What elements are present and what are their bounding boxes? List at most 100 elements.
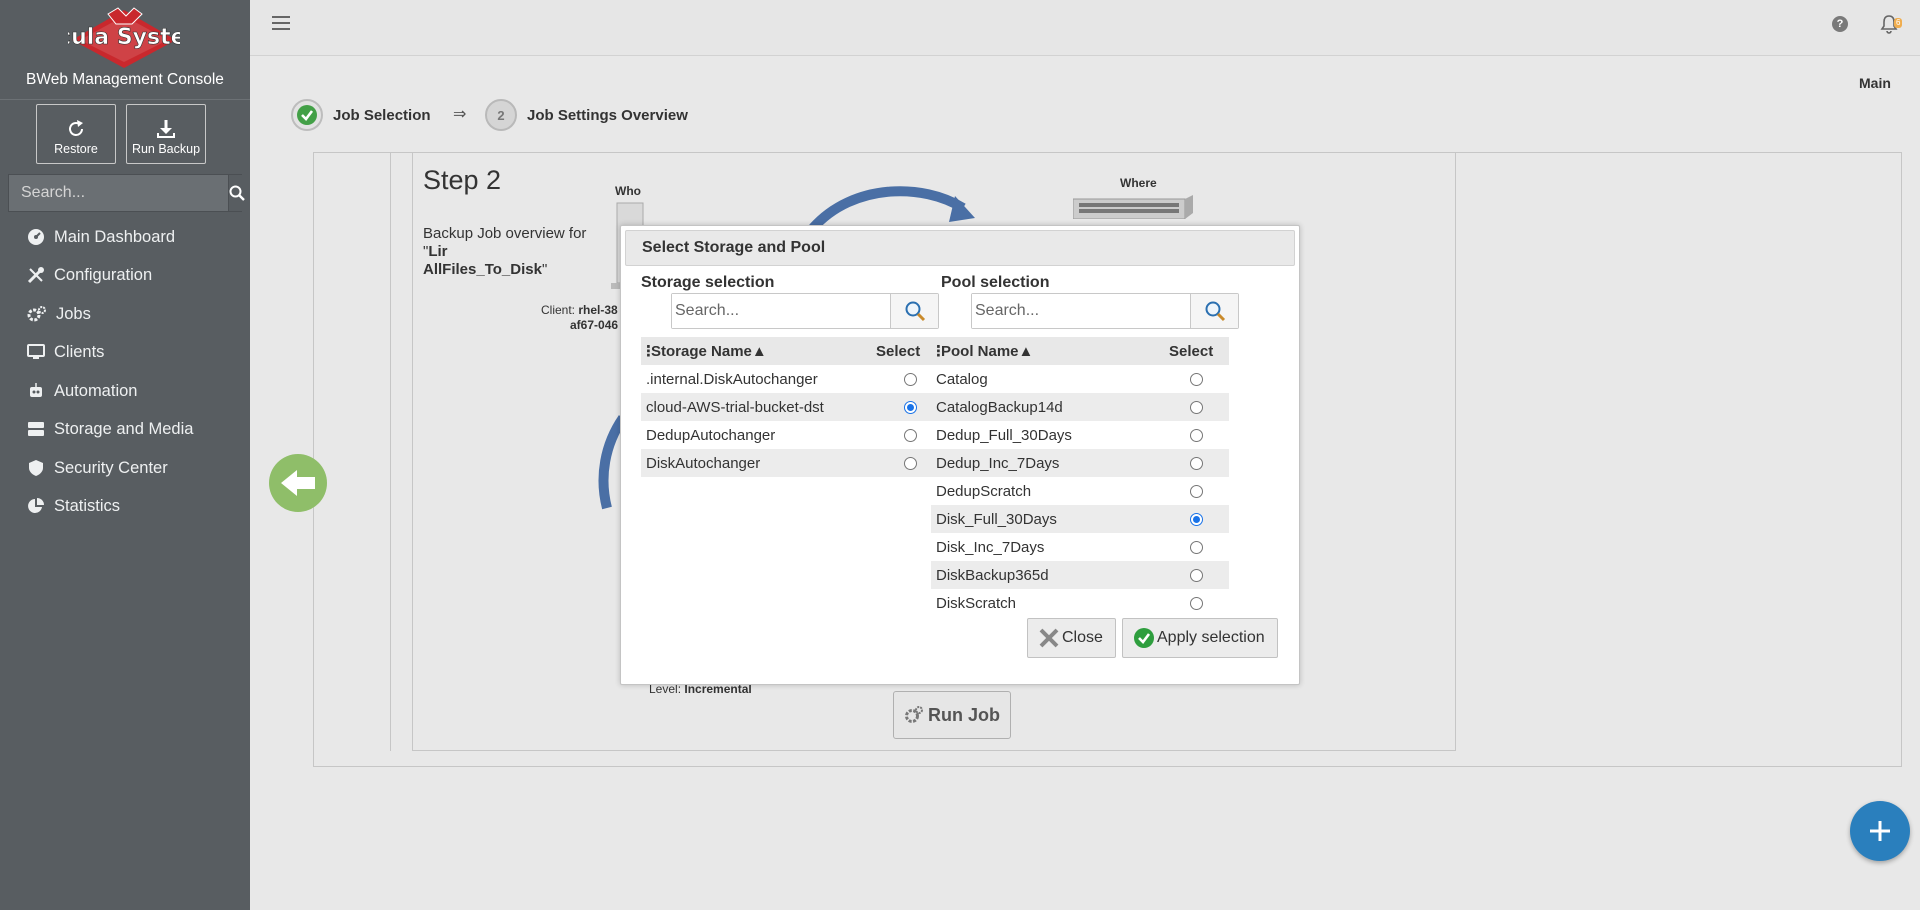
pool-name-cell: Dedup_Full_30Days: [936, 426, 1072, 444]
storage-select-column-header: Select: [876, 342, 921, 360]
nav-main-dashboard[interactable]: Main Dashboard: [0, 218, 250, 256]
storage-row[interactable]: .internal.DiskAutochanger: [641, 365, 938, 393]
pool-search-input[interactable]: [972, 294, 1190, 328]
wizard-left-pane: [314, 153, 391, 751]
nav-label: Jobs: [56, 304, 91, 323]
sidebar-search-button[interactable]: [228, 175, 245, 211]
step-job-selection[interactable]: Job Selection: [291, 99, 431, 131]
nav-statistics[interactable]: Statistics: [0, 487, 250, 525]
nav-label: Clients: [54, 342, 105, 361]
pool-table-header: ⋮ Pool Name▲ Select: [931, 337, 1229, 365]
run-backup-button[interactable]: Run Backup: [126, 104, 206, 164]
sidebar: Bacula Systems BWeb Management Console R…: [0, 0, 250, 910]
gears-icon: [905, 706, 923, 723]
step-arrow-icon: ⇒: [453, 106, 467, 123]
refresh-icon: [69, 120, 83, 136]
pool-select-radio[interactable]: [1190, 372, 1203, 386]
pool-selection-title: Pool selection: [941, 274, 1050, 291]
logo-area: Bacula Systems BWeb Management Console: [0, 0, 250, 100]
run-job-label: Run Job: [928, 704, 1000, 725]
pool-table: ⋮ Pool Name▲ Select Catalog CatalogBackup…: [931, 337, 1229, 617]
restore-button[interactable]: Restore: [36, 104, 116, 164]
arrow-left-icon: [281, 470, 315, 496]
storage-search-input[interactable]: [672, 294, 890, 328]
storage-search: [671, 293, 939, 329]
step1-label: Job Selection: [333, 106, 431, 124]
bacula-logo[interactable]: Bacula Systems: [68, 6, 180, 70]
apply-selection-button[interactable]: Apply selection: [1122, 618, 1278, 658]
run-backup-label: Run Backup: [131, 142, 201, 156]
pool-select-radio[interactable]: [1190, 428, 1203, 442]
search-icon: [905, 301, 925, 322]
pool-select-radio[interactable]: [1190, 456, 1203, 470]
pie-chart-icon: [28, 498, 44, 513]
storage-row[interactable]: DiskAutochanger: [641, 449, 938, 477]
pool-select-radio[interactable]: [1190, 512, 1203, 526]
pool-select-radio[interactable]: [1190, 484, 1203, 498]
hamburger-menu-icon[interactable]: [272, 16, 290, 32]
nav-label: Statistics: [54, 496, 121, 515]
pool-select-radio[interactable]: [1190, 596, 1203, 610]
step2-label: Job Settings Overview: [527, 106, 688, 124]
run-job-button[interactable]: Run Job: [893, 691, 1011, 739]
pool-select-radio[interactable]: [1190, 540, 1203, 554]
pool-search-button[interactable]: [1190, 294, 1238, 328]
add-button[interactable]: [1850, 801, 1910, 861]
column-resize-icon[interactable]: ⋮: [931, 342, 946, 360]
storage-select-radio[interactable]: [904, 400, 917, 414]
pool-row[interactable]: CatalogBackup14d: [931, 393, 1229, 421]
storage-row[interactable]: DedupAutochanger: [641, 421, 938, 449]
storage-select-radio[interactable]: [904, 372, 917, 386]
apply-selection-label: Apply selection: [1157, 629, 1265, 646]
storage-name-cell: cloud-AWS-trial-bucket-dst: [646, 398, 824, 416]
storage-select-radio[interactable]: [904, 428, 917, 442]
step-title: Step 2: [423, 165, 502, 195]
pool-row[interactable]: Dedup_Full_30Days: [931, 421, 1229, 449]
main-breadcrumb[interactable]: Main: [1859, 75, 1891, 91]
storage-table-header: ⋮ Storage Name▲ Select: [641, 337, 938, 365]
step-job-settings-overview[interactable]: 2 Job Settings Overview: [485, 99, 688, 131]
pool-name-cell: CatalogBackup14d: [936, 398, 1063, 416]
client-id: af67-046: [570, 318, 619, 332]
pool-row[interactable]: DiskScratch: [931, 589, 1229, 617]
storage-name-column-header[interactable]: Storage Name▲: [651, 343, 876, 360]
pool-row[interactable]: Catalog: [931, 365, 1229, 393]
pool-row[interactable]: DedupScratch: [931, 477, 1229, 505]
nav-security-center[interactable]: Security Center: [0, 449, 250, 487]
storage-server-icon: [1073, 195, 1193, 219]
restore-label: Restore: [54, 142, 98, 156]
pool-row[interactable]: Disk_Inc_7Days: [931, 533, 1229, 561]
pool-name-cell: DiskScratch: [936, 594, 1017, 612]
pool-search: [971, 293, 1239, 329]
step2-number: 2: [485, 99, 517, 131]
monitor-icon: [27, 344, 45, 359]
notification-badge: 6: [1894, 18, 1903, 28]
pool-name-column-header[interactable]: Pool Name▲: [941, 343, 1169, 360]
step-description: Backup Job overview for "Lir AllFiles_To_…: [423, 225, 587, 278]
search-icon: [229, 185, 245, 201]
column-resize-icon[interactable]: ⋮: [641, 342, 656, 360]
storage-select-radio[interactable]: [904, 456, 917, 470]
nav-label: Configuration: [54, 265, 153, 284]
nav-jobs[interactable]: Jobs: [0, 295, 250, 333]
pool-row[interactable]: DiskBackup365d: [931, 561, 1229, 589]
pool-select-column-header: Select: [1169, 342, 1214, 360]
pool-row[interactable]: Dedup_Inc_7Days: [931, 449, 1229, 477]
nav-automation[interactable]: Automation: [0, 372, 250, 410]
pool-select-radio[interactable]: [1190, 400, 1203, 414]
pool-row[interactable]: Disk_Full_30Days: [931, 505, 1229, 533]
nav-clients[interactable]: Clients: [0, 333, 250, 371]
back-button[interactable]: [269, 454, 327, 512]
nav-configuration[interactable]: Configuration: [0, 256, 250, 294]
nav-storage-and-media[interactable]: Storage and Media: [0, 410, 250, 448]
pool-name-cell: DedupScratch: [936, 482, 1032, 500]
storage-name-cell: DedupAutochanger: [646, 426, 776, 444]
storage-row[interactable]: cloud-AWS-trial-bucket-dst: [641, 393, 938, 421]
storage-table: ⋮ Storage Name▲ Select .internal.DiskAut…: [641, 337, 938, 477]
gears-icon: [27, 306, 46, 322]
close-button[interactable]: Close: [1027, 618, 1116, 658]
pool-select-radio[interactable]: [1190, 568, 1203, 582]
help-icon[interactable]: ?: [1832, 16, 1848, 32]
sidebar-search-input[interactable]: [9, 175, 228, 211]
storage-search-button[interactable]: [890, 294, 938, 328]
